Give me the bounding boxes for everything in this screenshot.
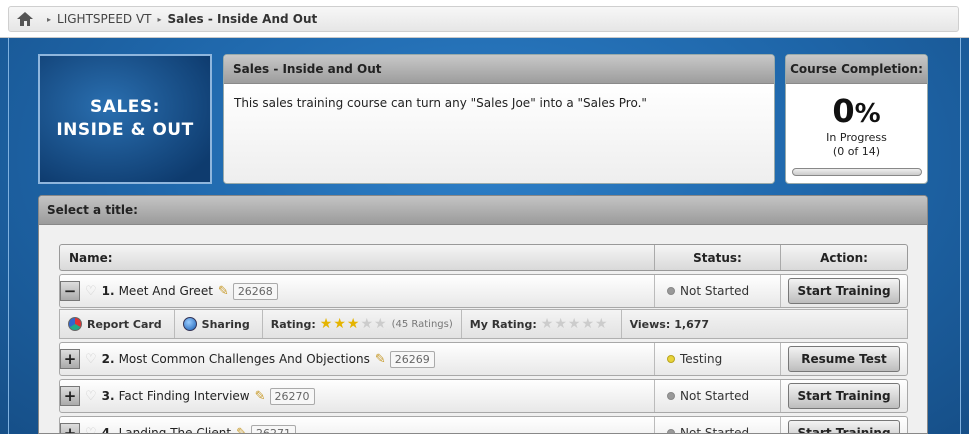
star-icon: ★ <box>346 316 360 332</box>
table-row: + ♡ 2. Most Common Challenges And Object… <box>59 342 908 376</box>
column-header-status: Status: <box>655 245 781 270</box>
table-row: + ♡ 4. Landing The Client ✎ 26271 Not St… <box>59 416 908 434</box>
pencil-icon[interactable]: ✎ <box>218 284 229 299</box>
pencil-icon[interactable]: ✎ <box>255 389 266 404</box>
star-icon: ★ <box>360 316 374 332</box>
star-icon[interactable]: ★ <box>581 317 594 331</box>
status-dot-icon <box>667 355 675 363</box>
rating-display: Rating: ★ ★ ★ ★ ★ (45 Ratings) <box>263 310 462 338</box>
column-header-name: Name: <box>60 245 655 270</box>
select-title-heading: Select a title: <box>39 196 927 225</box>
row-status: Not Started <box>680 426 750 434</box>
completion-state: In Progress <box>826 131 887 144</box>
status-dot-icon <box>667 429 675 433</box>
row-title[interactable]: Meet And Greet <box>119 284 213 298</box>
titles-table: Name: Status: Action: − ♡ 1. Meet And Gr… <box>59 244 908 434</box>
banner-line-1: SALES: <box>90 97 160 117</box>
breadcrumb-item-lightspeed[interactable]: LIGHTSPEED VT <box>57 12 152 26</box>
report-card-link[interactable]: Report Card <box>60 310 175 338</box>
pencil-icon[interactable]: ✎ <box>236 426 247 434</box>
my-rating-control: My Rating: ★ ★ ★ ★ ★ <box>462 310 622 338</box>
title-id-badge: 26269 <box>389 350 435 368</box>
star-icon: ★ <box>374 316 387 332</box>
table-row: + ♡ 3. Fact Finding Interview ✎ 26270 No… <box>59 379 908 413</box>
row-title[interactable]: Fact Finding Interview <box>119 389 250 403</box>
status-dot-icon <box>667 287 675 295</box>
rating-stars: ★ ★ ★ ★ ★ <box>320 317 388 331</box>
title-selection-panel: Select a title: Name: Status: Action: − … <box>38 195 928 434</box>
breadcrumb-bar: ▸ LIGHTSPEED VT ▸ Sales - Inside And Out <box>0 0 969 38</box>
breadcrumb-separator-icon: ▸ <box>47 14 52 24</box>
start-training-button[interactable]: Start Training <box>788 278 900 304</box>
sharing-link[interactable]: Sharing <box>175 310 263 338</box>
home-icon[interactable] <box>17 12 33 26</box>
favorite-heart-icon[interactable]: ♡ <box>85 426 97 434</box>
completion-percent: 0% <box>832 92 881 130</box>
breadcrumb-item-current: Sales - Inside And Out <box>167 12 318 26</box>
table-header: Name: Status: Action: <box>59 244 908 271</box>
course-description-text: This sales training course can turn any … <box>224 84 774 183</box>
pencil-icon[interactable]: ✎ <box>375 352 386 367</box>
column-header-action: Action: <box>820 250 868 265</box>
banner-line-2: INSIDE & OUT <box>56 120 194 140</box>
pie-chart-icon <box>68 317 82 331</box>
expand-toggle-button[interactable]: + <box>60 349 80 369</box>
breadcrumb-separator-icon: ▸ <box>157 14 162 24</box>
favorite-heart-icon[interactable]: ♡ <box>85 389 97 404</box>
star-icon: ★ <box>333 316 346 332</box>
course-description-title: Sales - Inside and Out <box>224 55 774 84</box>
course-description-panel: Sales - Inside and Out This sales traini… <box>223 54 775 184</box>
row-number: 3. <box>101 389 115 403</box>
star-icon[interactable]: ★ <box>541 317 554 331</box>
globe-icon <box>182 317 197 331</box>
start-training-button[interactable]: Start Training <box>788 383 900 409</box>
star-icon[interactable]: ★ <box>595 317 608 331</box>
completion-progress-bar <box>792 168 922 176</box>
completion-count: (0 of 14) <box>832 145 881 158</box>
row-detail-bar: Report Card Sharing Rating: ★ ★ ★ ★ ★ (45 Ra… <box>59 309 908 339</box>
table-row: − ♡ 1. Meet And Greet ✎ 26268 Not Starte… <box>59 274 908 308</box>
breadcrumb: ▸ LIGHTSPEED VT ▸ Sales - Inside And Out <box>8 6 959 32</box>
views-display: Views: 1,677 <box>629 317 710 331</box>
status-dot-icon <box>667 392 675 400</box>
row-title[interactable]: Landing The Client <box>119 426 232 433</box>
favorite-heart-icon[interactable]: ♡ <box>85 352 97 367</box>
collapse-toggle-button[interactable]: − <box>60 281 80 301</box>
row-status: Not Started <box>680 284 750 298</box>
row-title[interactable]: Most Common Challenges And Objections <box>119 352 370 366</box>
resume-test-button[interactable]: Resume Test <box>788 346 900 372</box>
title-id-badge: 26270 <box>269 387 315 405</box>
row-number: 2. <box>101 352 115 366</box>
my-rating-stars[interactable]: ★ ★ ★ ★ ★ <box>541 317 609 331</box>
start-training-button[interactable]: Start Training <box>788 420 900 433</box>
row-status: Not Started <box>680 389 750 403</box>
title-id-badge: 26271 <box>251 424 296 433</box>
course-banner-image: SALES: INSIDE & OUT <box>38 54 212 184</box>
course-completion-title: Course Completion: <box>786 55 927 84</box>
star-icon: ★ <box>319 316 333 332</box>
expand-toggle-button[interactable]: + <box>60 423 80 433</box>
star-icon[interactable]: ★ <box>568 317 581 331</box>
title-id-badge: 26268 <box>232 282 278 300</box>
row-status: Testing <box>680 352 723 366</box>
expand-toggle-button[interactable]: + <box>60 386 80 406</box>
rating-count: (45 Ratings) <box>391 318 453 330</box>
star-icon[interactable]: ★ <box>554 317 567 331</box>
row-number: 1. <box>101 284 115 298</box>
row-number: 4. <box>101 426 115 434</box>
course-completion-panel: Course Completion: 0% In Progress (0 of … <box>785 54 928 184</box>
views-count: 1,677 <box>674 317 710 331</box>
favorite-heart-icon[interactable]: ♡ <box>85 284 97 299</box>
